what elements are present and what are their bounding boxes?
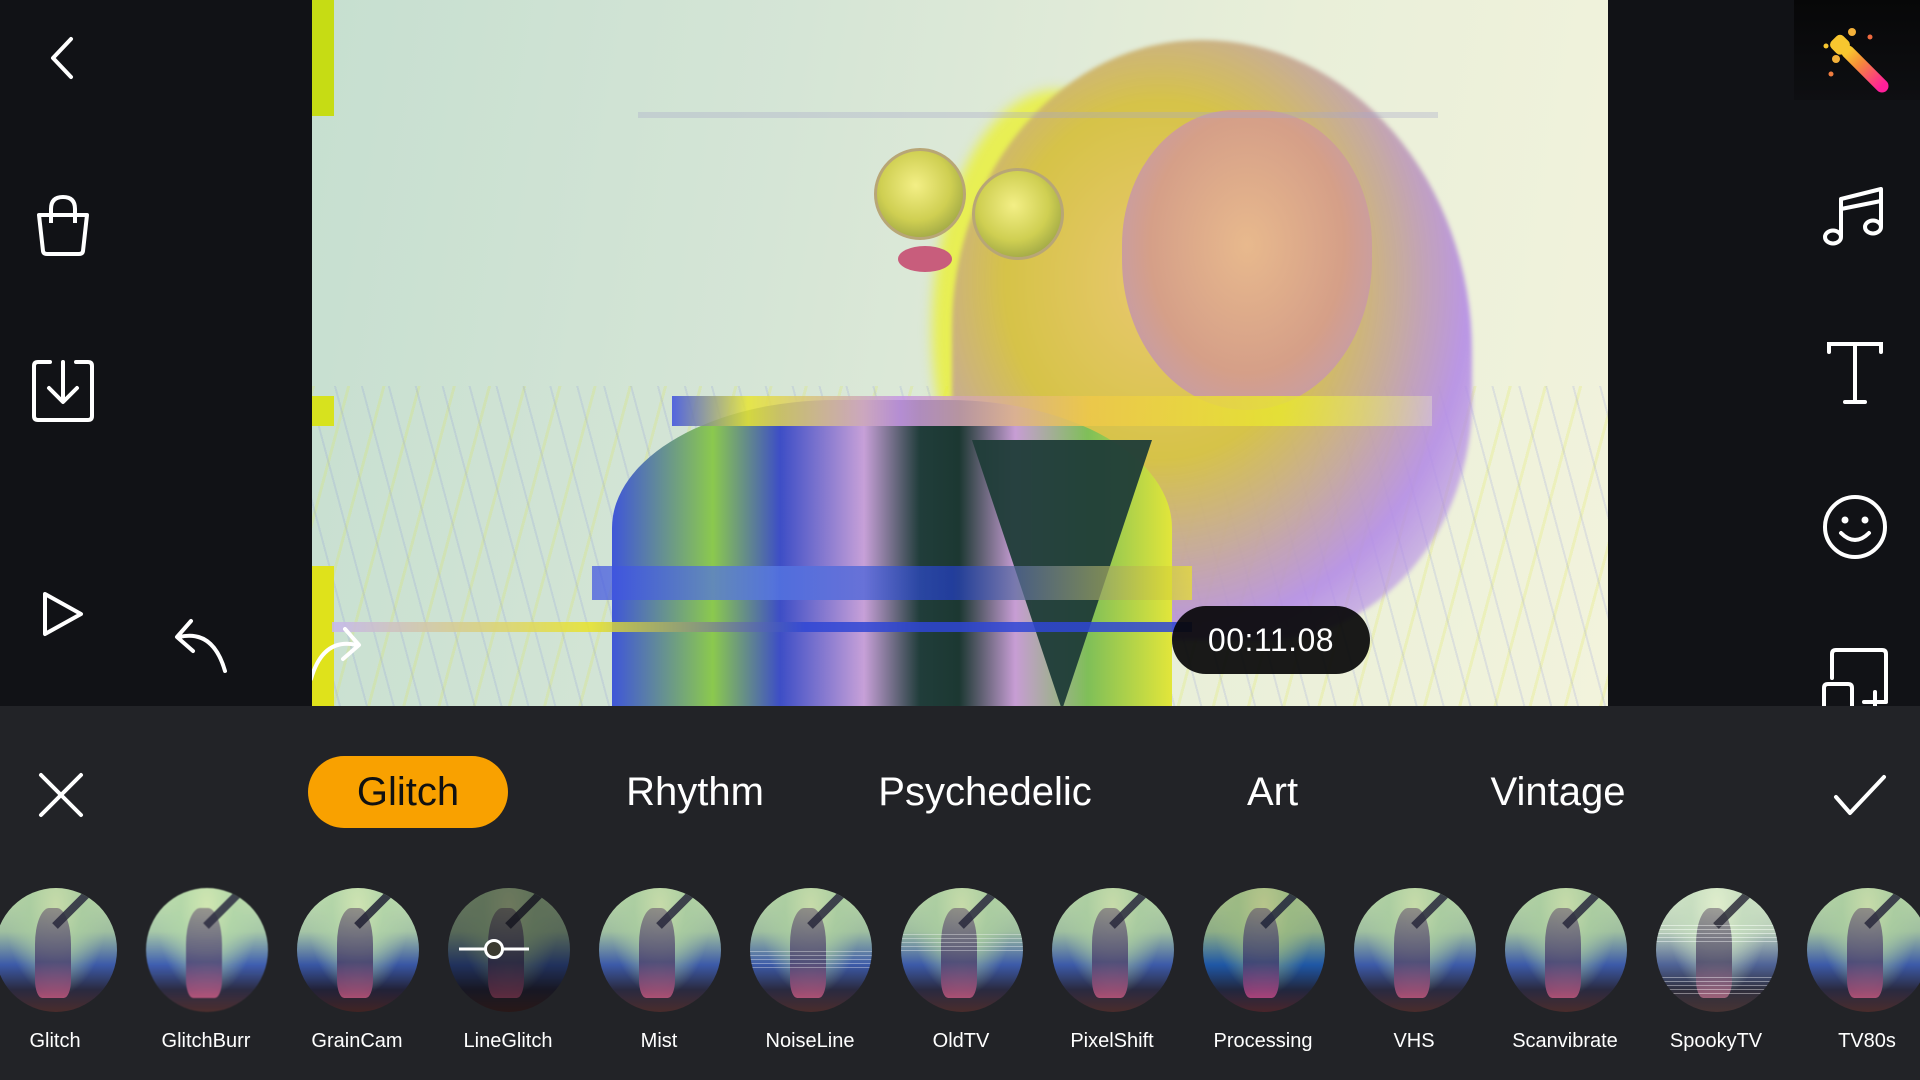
effect-label: TV80s [1838, 1030, 1896, 1052]
text-tool-button[interactable] [1820, 338, 1890, 408]
chevron-left-icon [51, 37, 73, 79]
effect-item-mist[interactable]: Mist [584, 886, 734, 1066]
tab-rhythm[interactable]: Rhythm [600, 756, 790, 828]
effect-thumbnail [1807, 888, 1920, 1012]
music-note-icon [1823, 187, 1883, 246]
effect-item-noiseline[interactable]: NoiseLine [735, 886, 885, 1066]
effect-thumbnail [146, 888, 268, 1012]
effects-tool-button[interactable] [1818, 24, 1894, 100]
smiley-icon [1823, 495, 1887, 559]
tab-vintage[interactable]: Vintage [1470, 756, 1646, 828]
export-button[interactable] [28, 356, 98, 426]
glitch-bar [638, 112, 1438, 118]
effect-thumbnail [1656, 888, 1778, 1012]
preview-lens-left [874, 148, 966, 240]
glitch-bar [312, 0, 334, 116]
effect-item-vhs[interactable]: VHS [1339, 886, 1489, 1066]
effect-item-lineglitch[interactable]: LineGlitch [433, 886, 583, 1066]
effects-panel: Glitch Rhythm Psychedelic Art Vintage Gl… [0, 706, 1920, 1080]
confirm-effects-button[interactable] [1828, 766, 1892, 824]
effect-item-oldtv[interactable]: OldTV [886, 886, 1036, 1066]
effect-thumbnail [1354, 888, 1476, 1012]
tab-glitch[interactable]: Glitch [308, 756, 508, 828]
undo-icon [175, 619, 227, 673]
glitch-bar [312, 396, 334, 426]
effect-item-pixelshift[interactable]: PixelShift [1037, 886, 1187, 1066]
effect-thumbnail [297, 888, 419, 1012]
effect-thumbnail [0, 888, 117, 1012]
preview-lens-right [972, 168, 1064, 260]
glitch-bar [592, 566, 1192, 600]
effect-item-glitchburr[interactable]: GlitchBurr [131, 886, 281, 1066]
music-tool-button[interactable] [1820, 180, 1890, 250]
redo-icon [312, 627, 361, 681]
shopping-bag-icon [37, 194, 89, 256]
sticker-tool-button[interactable] [1820, 492, 1890, 562]
video-preview[interactable]: 00:11.08 [312, 0, 1608, 706]
preview-lips [898, 246, 952, 272]
effect-thumbnail [1203, 888, 1325, 1012]
video-editor-app: 00:11.08 Glitch Rhythm Psychedelic Art V… [0, 0, 1920, 1080]
preview-face [1122, 110, 1372, 410]
overlay-tool-button[interactable] [1820, 648, 1890, 706]
effect-item-spookytv[interactable]: SpookyTV [1641, 886, 1791, 1066]
effect-thumbnail [1505, 888, 1627, 1012]
category-tabs: Glitch Rhythm Psychedelic Art Vintage [0, 756, 1920, 828]
timecode-display: 00:11.08 [1172, 606, 1370, 674]
left-toolbar [0, 0, 312, 706]
store-button[interactable] [30, 190, 96, 260]
slider-adjust-icon[interactable] [457, 938, 531, 960]
undo-button[interactable] [168, 610, 234, 680]
play-icon [43, 592, 83, 636]
effect-thumbnail [1052, 888, 1174, 1012]
effect-item-scanvibrate[interactable]: Scanvibrate [1490, 886, 1640, 1066]
right-toolbar [1608, 0, 1920, 706]
play-button[interactable] [34, 586, 90, 642]
effect-thumbnail [599, 888, 721, 1012]
back-button[interactable] [36, 30, 88, 86]
effect-thumbnail [750, 888, 872, 1012]
tab-art[interactable]: Art [1220, 756, 1325, 828]
text-icon [1827, 342, 1883, 404]
tab-psychedelic[interactable]: Psychedelic [860, 756, 1110, 828]
effect-item-graincam[interactable]: GrainCam [282, 886, 432, 1066]
add-layer-icon [1822, 648, 1888, 706]
redo-button[interactable] [312, 618, 370, 688]
effects-list: Glitch GlitchBurr GrainCam LineGlitch Mi… [0, 886, 1920, 1080]
checkmark-icon [1834, 775, 1886, 815]
magic-wand-icon [1823, 28, 1889, 93]
effect-item-tv80s[interactable]: TV80s [1792, 886, 1920, 1066]
download-icon [32, 360, 94, 422]
effect-item-processing[interactable]: Processing [1188, 886, 1338, 1066]
glitch-bar [672, 396, 1432, 426]
glitch-bar [332, 622, 1192, 632]
effect-thumbnail [901, 888, 1023, 1012]
